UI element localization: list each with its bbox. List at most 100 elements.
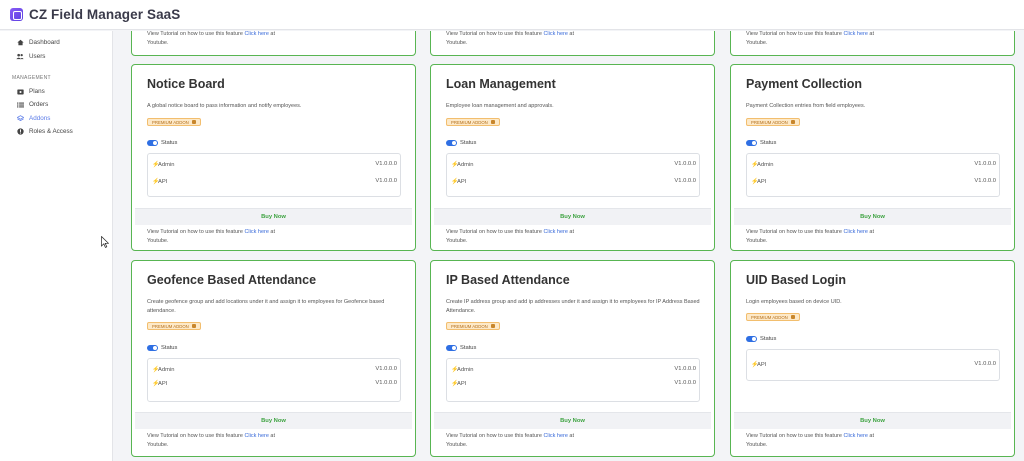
card-title: IP Based Attendance bbox=[446, 273, 570, 287]
home-icon bbox=[16, 39, 24, 46]
tutorial-text: View Tutorial on how to use this feature… bbox=[446, 31, 575, 46]
addon-card-partial: View Tutorial on how to use this feature… bbox=[131, 31, 416, 56]
sidebar-item-label: Orders bbox=[29, 101, 49, 108]
version-row: ⚡API V1.0.0.0 bbox=[152, 178, 397, 185]
addon-card-uid-login: UID Based Login Login employees based on… bbox=[730, 260, 1015, 457]
sidebar-item-plans[interactable]: Plans bbox=[16, 88, 45, 95]
bolt-icon: ⚡ bbox=[751, 162, 759, 168]
tutorial-link[interactable]: Click here bbox=[543, 229, 567, 235]
status-toggle[interactable] bbox=[446, 345, 457, 351]
addons-grid: View Tutorial on how to use this feature… bbox=[114, 31, 1024, 461]
card-description: Payment Collection entries from field em… bbox=[746, 103, 866, 109]
shield-icon bbox=[16, 128, 24, 135]
lock-icon bbox=[191, 120, 196, 124]
card-title: Loan Management bbox=[446, 77, 556, 91]
tutorial-text: View Tutorial on how to use this feature… bbox=[746, 433, 875, 448]
sidebar-item-addons[interactable]: Addons bbox=[16, 115, 50, 122]
addon-card-partial: View Tutorial on how to use this feature… bbox=[730, 31, 1015, 56]
version-row: ⚡Admin V1.0.0.0 bbox=[152, 366, 397, 373]
sidebar-item-users[interactable]: Users bbox=[16, 53, 45, 60]
status-toggle[interactable] bbox=[746, 140, 757, 146]
card-title: Notice Board bbox=[147, 77, 225, 91]
versions-box: ⚡Admin V1.0.0.0 ⚡API V1.0.0.0 bbox=[147, 358, 401, 402]
app-logo-icon bbox=[10, 8, 23, 21]
card-description: Login employees based on device UID. bbox=[746, 299, 842, 305]
card-title: Geofence Based Attendance bbox=[147, 273, 317, 287]
versions-box: ⚡Admin V1.0.0.0 ⚡API V1.0.0.0 bbox=[446, 358, 700, 402]
card-title: UID Based Login bbox=[746, 273, 847, 287]
status-toggle-row[interactable]: Status bbox=[746, 336, 776, 342]
status-toggle-row[interactable]: Status bbox=[446, 140, 476, 146]
lock-icon bbox=[191, 324, 196, 328]
tutorial-text: View Tutorial on how to use this feature… bbox=[746, 229, 875, 244]
version-row: ⚡API V1.0.0.0 bbox=[152, 380, 397, 387]
versions-box: ⚡Admin V1.0.0.0 ⚡API V1.0.0.0 bbox=[446, 153, 700, 197]
bolt-icon: ⚡ bbox=[451, 381, 459, 387]
lock-icon bbox=[490, 120, 495, 124]
layers-icon bbox=[16, 115, 24, 122]
premium-badge: PREMIUM ADDON bbox=[147, 322, 201, 330]
addon-card-payment-collection: Payment Collection Payment Collection en… bbox=[730, 64, 1015, 251]
bolt-icon: ⚡ bbox=[451, 367, 459, 373]
addon-card-partial: View Tutorial on how to use this feature… bbox=[430, 31, 715, 56]
version-row: ⚡Admin V1.0.0.0 bbox=[751, 161, 996, 168]
bolt-icon: ⚡ bbox=[751, 179, 759, 185]
tutorial-link[interactable]: Click here bbox=[244, 31, 268, 37]
premium-badge: PREMIUM ADDON bbox=[746, 118, 800, 126]
version-row: ⚡API V1.0.0.0 bbox=[451, 380, 696, 387]
tutorial-link[interactable]: Click here bbox=[244, 229, 268, 235]
buy-now-button[interactable]: Buy Now bbox=[734, 412, 1011, 429]
bolt-icon: ⚡ bbox=[152, 381, 160, 387]
lock-icon bbox=[790, 120, 795, 124]
tutorial-text: View Tutorial on how to use this feature… bbox=[746, 31, 875, 46]
status-toggle-row[interactable]: Status bbox=[446, 345, 476, 351]
buy-now-button[interactable]: Buy Now bbox=[135, 412, 412, 429]
status-toggle[interactable] bbox=[746, 336, 757, 342]
premium-badge: PREMIUM ADDON bbox=[446, 322, 500, 330]
buy-now-button[interactable]: Buy Now bbox=[734, 208, 1011, 225]
sidebar-item-label: Users bbox=[29, 53, 46, 60]
sidebar-section-label: MANAGEMENT bbox=[12, 75, 51, 81]
card-description: Create geofence group and add locations … bbox=[147, 299, 385, 314]
bolt-icon: ⚡ bbox=[751, 362, 759, 368]
sidebar-item-orders[interactable]: Orders bbox=[16, 101, 48, 108]
tutorial-link[interactable]: Click here bbox=[244, 433, 268, 439]
tutorial-link[interactable]: Click here bbox=[843, 229, 867, 235]
versions-box: ⚡Admin V1.0.0.0 ⚡API V1.0.0.0 bbox=[746, 153, 1000, 197]
sidebar-item-label: Addons bbox=[29, 115, 51, 122]
tutorial-link[interactable]: Click here bbox=[543, 31, 567, 37]
status-toggle[interactable] bbox=[147, 140, 158, 146]
version-row: ⚡Admin V1.0.0.0 bbox=[451, 161, 696, 168]
bolt-icon: ⚡ bbox=[152, 179, 160, 185]
sidebar-item-roles-access[interactable]: Roles & Access bbox=[16, 128, 73, 135]
bolt-icon: ⚡ bbox=[152, 162, 160, 168]
tutorial-text: View Tutorial on how to use this feature… bbox=[446, 433, 575, 448]
bolt-icon: ⚡ bbox=[451, 162, 459, 168]
plans-icon bbox=[16, 88, 24, 95]
users-icon bbox=[16, 53, 24, 60]
version-row: ⚡Admin V1.0.0.0 bbox=[451, 366, 696, 373]
versions-box: ⚡API V1.0.0.0 bbox=[746, 349, 1000, 381]
tutorial-link[interactable]: Click here bbox=[843, 433, 867, 439]
status-toggle-row[interactable]: Status bbox=[147, 140, 177, 146]
status-toggle[interactable] bbox=[446, 140, 457, 146]
card-description: Create IP address group and add ip addre… bbox=[446, 299, 700, 314]
version-row: ⚡API V1.0.0.0 bbox=[751, 178, 996, 185]
version-row: ⚡Admin V1.0.0.0 bbox=[152, 161, 397, 168]
status-toggle-row[interactable]: Status bbox=[746, 140, 776, 146]
app-title: CZ Field Manager SaaS bbox=[29, 7, 181, 22]
buy-now-button[interactable]: Buy Now bbox=[135, 208, 412, 225]
sidebar-item-label: Roles & Access bbox=[29, 128, 73, 135]
sidebar-item-dashboard[interactable]: Dashboard bbox=[16, 39, 60, 46]
addon-card-ip-attendance: IP Based Attendance Create IP address gr… bbox=[430, 260, 715, 457]
buy-now-button[interactable]: Buy Now bbox=[434, 208, 711, 225]
card-title: Payment Collection bbox=[746, 77, 862, 91]
buy-now-button[interactable]: Buy Now bbox=[434, 412, 711, 429]
tutorial-link[interactable]: Click here bbox=[843, 31, 867, 37]
status-toggle[interactable] bbox=[147, 345, 158, 351]
version-row: ⚡API V1.0.0.0 bbox=[451, 178, 696, 185]
tutorial-link[interactable]: Click here bbox=[543, 433, 567, 439]
premium-badge: PREMIUM ADDON bbox=[446, 118, 500, 126]
tutorial-text: View Tutorial on how to use this feature… bbox=[446, 229, 575, 244]
status-toggle-row[interactable]: Status bbox=[147, 345, 177, 351]
